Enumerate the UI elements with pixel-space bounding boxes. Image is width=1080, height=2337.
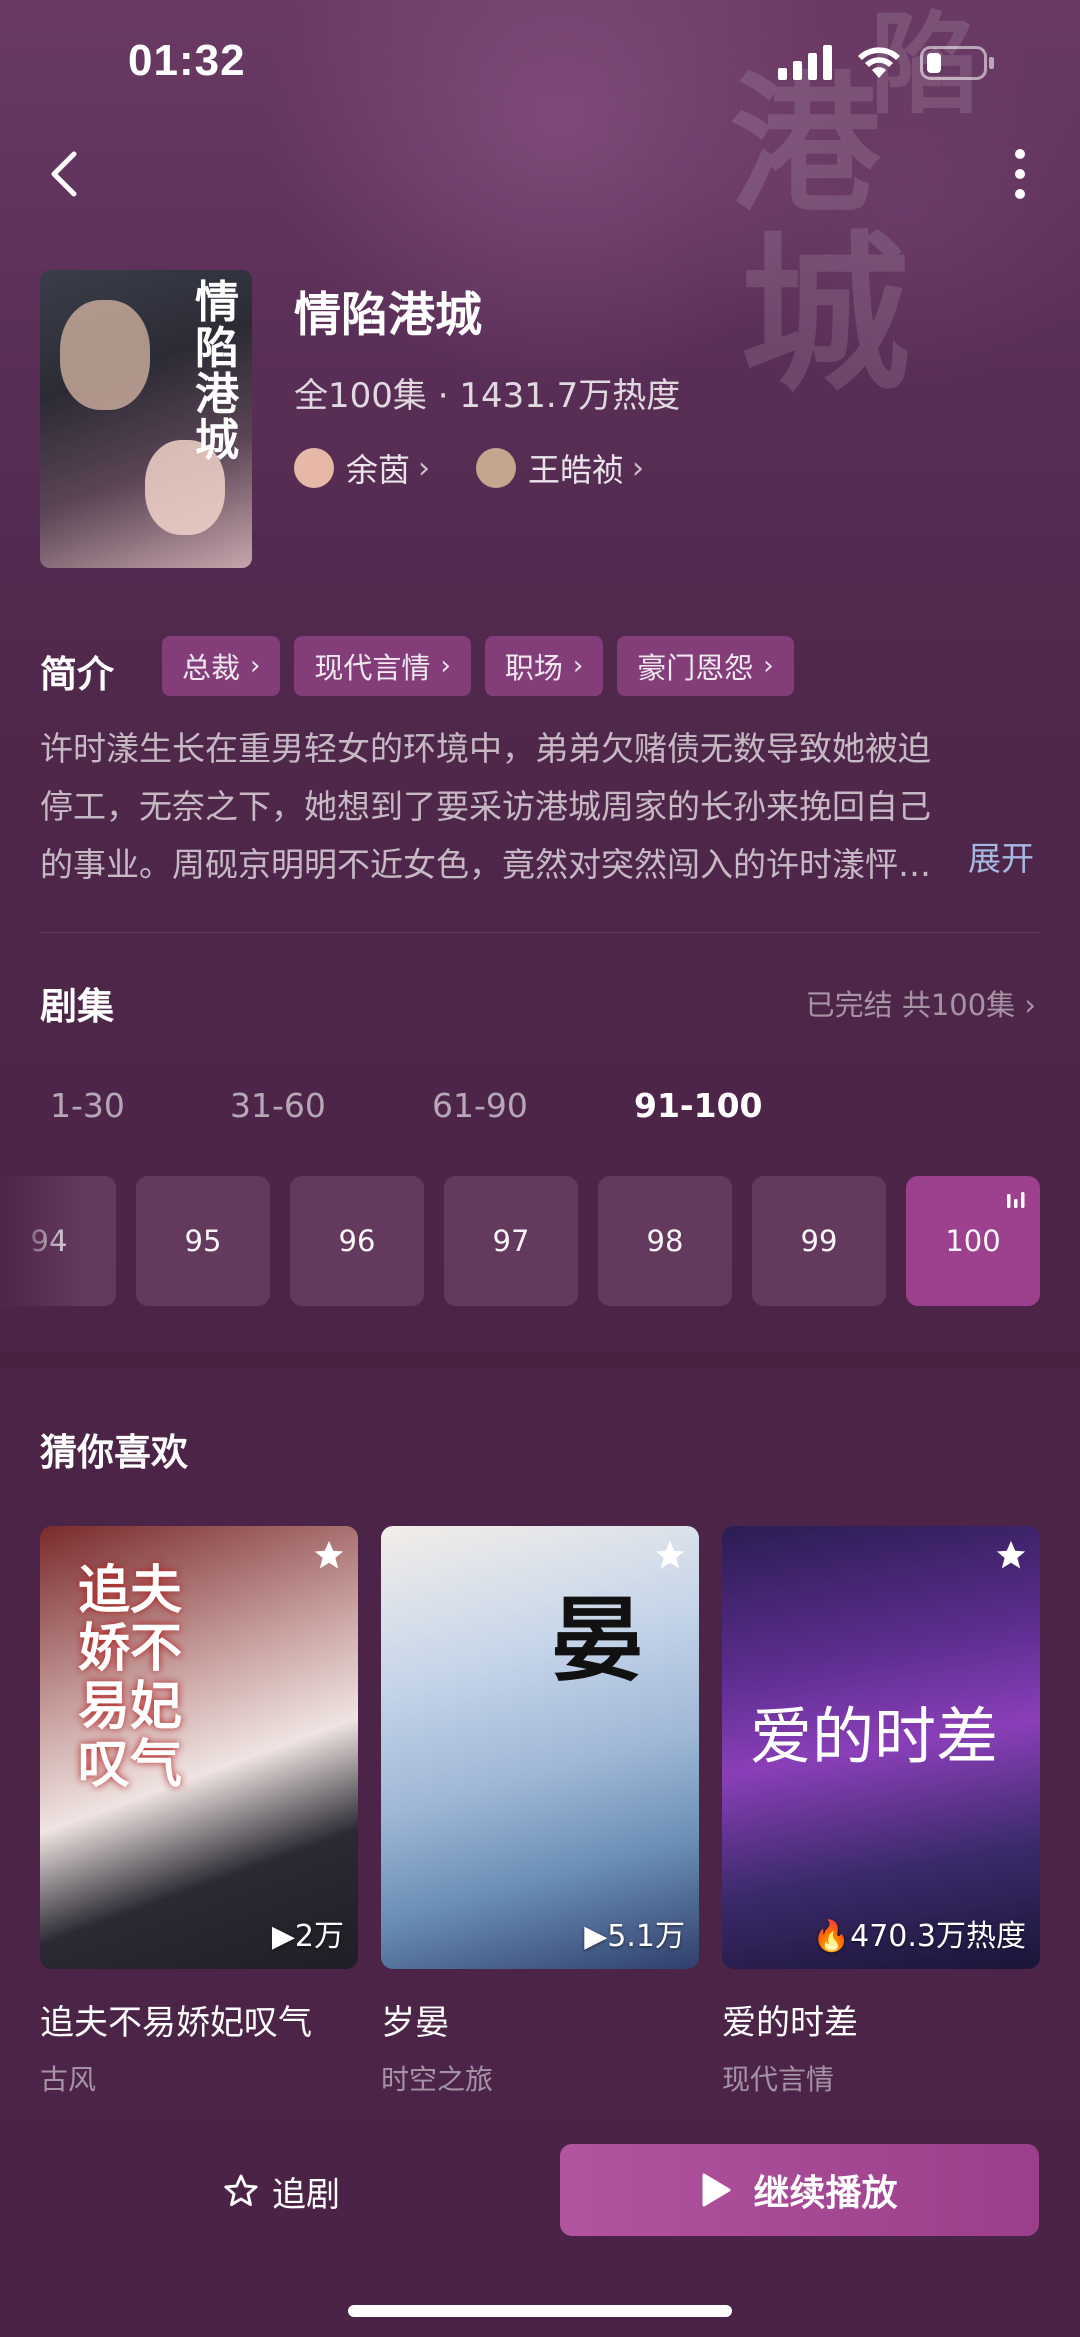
popularity-count: 🔥470.3万热度 [812, 1919, 1026, 1954]
follow-label: 追剧 [272, 2174, 340, 2215]
back-icon[interactable] [44, 146, 84, 202]
status-bar: 01:32 [0, 0, 1080, 130]
play-icon: ▶ [584, 1919, 608, 1954]
recommend-title: 追夫不易娇妃叹气 [40, 2003, 312, 2043]
battery-icon [920, 46, 994, 80]
episode-number: 99 [800, 1224, 838, 1258]
episode-button[interactable]: 96 [290, 1176, 424, 1306]
recommend-cover: 爱的时差 🔥470.3万热度 [722, 1526, 1040, 1969]
episode-number: 95 [184, 1224, 222, 1258]
episodes-heading: 剧集 [40, 985, 114, 1028]
actor-link-1[interactable]: 余茵 › [294, 446, 430, 490]
episode-list: 94 95 96 97 98 99 100 [0, 1176, 1080, 1308]
flame-icon: 🔥 [812, 1919, 851, 1954]
follow-button[interactable]: 追剧 [222, 2166, 340, 2216]
tag-chip[interactable]: 总裁 › [162, 636, 281, 696]
drama-poster[interactable]: 情陷港城 [40, 270, 252, 568]
recommend-title: 爱的时差 [722, 2003, 858, 2043]
star-icon[interactable] [312, 1538, 346, 1572]
tab-range-31-60[interactable]: 31-60 [230, 1086, 326, 1125]
recommend-cover: 追夫娇不易妃叹气 ▶2万 [40, 1526, 358, 1969]
avatar [476, 448, 516, 488]
play-icon: ▶ [271, 1919, 295, 1954]
chevron-right-icon: › [418, 450, 431, 486]
now-playing-icon [1007, 1192, 1025, 1208]
view-count: ▶5.1万 [584, 1919, 685, 1954]
tag-chip[interactable]: 职场 › [484, 636, 604, 696]
episode-button[interactable]: 98 [598, 1176, 732, 1306]
episode-number: 96 [338, 1224, 376, 1258]
tab-range-1-30[interactable]: 1-30 [50, 1086, 125, 1125]
episodes-status-link[interactable]: 已完结 共100集 › [806, 982, 1036, 1024]
chevron-right-icon: › [763, 651, 774, 681]
status-time: 01:32 [128, 36, 246, 85]
recommend-card[interactable]: 爱的时差 🔥470.3万热度 爱的时差 现代言情 [722, 1526, 1040, 2098]
drama-meta: 全100集 · 1431.7万热度 [294, 376, 681, 416]
tag-chip[interactable]: 现代言情 › [294, 636, 471, 696]
tab-range-91-100[interactable]: 91-100 [634, 1086, 763, 1125]
star-icon[interactable] [653, 1538, 687, 1572]
intro-description: 许时漾生长在重男轻女的环境中，弟弟欠赌债无数导致她被迫停工，无奈之下，她想到了要… [40, 729, 931, 884]
tag-label: 总裁 [182, 651, 241, 685]
view-count: ▶2万 [271, 1919, 344, 1954]
cover-title: 追夫娇不易妃叹气 [78, 1560, 183, 1795]
episode-number: 97 [492, 1224, 530, 1258]
tag-label: 职场 [504, 651, 563, 685]
actor-name: 余茵 [346, 451, 411, 489]
scroll-fade [0, 1176, 80, 1308]
recommend-genre: 时空之旅 [381, 2063, 494, 2096]
play-label: 继续播放 [753, 2173, 898, 2214]
star-icon[interactable] [994, 1538, 1028, 1572]
actor-link-2[interactable]: 王皓祯 › [476, 446, 644, 490]
cellular-signal-icon [778, 45, 832, 80]
chevron-right-icon: › [440, 651, 451, 681]
poster-figure [60, 300, 150, 410]
chevron-right-icon: › [632, 450, 645, 486]
episode-number: 98 [646, 1224, 684, 1258]
tag-chip[interactable]: 豪门恩怨 › [617, 636, 794, 696]
episode-button[interactable]: 97 [444, 1176, 578, 1306]
poster-title: 情陷港城 [195, 277, 239, 466]
episode-number: 100 [945, 1224, 1001, 1258]
episode-button-current[interactable]: 100 [906, 1176, 1040, 1306]
episode-button[interactable]: 99 [752, 1176, 886, 1306]
recommend-genre: 现代言情 [722, 2063, 835, 2096]
tag-label: 现代言情 [314, 651, 431, 685]
tag-label: 豪门恩怨 [637, 651, 754, 685]
recommend-heading: 猜你喜欢 [40, 1431, 188, 1474]
star-outline-icon [224, 2174, 258, 2207]
recommend-card[interactable]: 晏 ▶5.1万 岁晏 时空之旅 [381, 1526, 699, 2098]
intro-heading: 简介 [40, 653, 114, 696]
drama-title: 情陷港城 [294, 288, 482, 343]
actor-name: 王皓祯 [528, 451, 625, 489]
chevron-right-icon: › [572, 651, 584, 681]
tag-list: 总裁 › 现代言情 › 职场 › 豪门恩怨 › [162, 636, 794, 696]
episode-button[interactable]: 95 [136, 1176, 270, 1306]
recommend-genre: 古风 [40, 2063, 97, 2096]
divider [40, 932, 1040, 933]
play-icon [702, 2173, 731, 2207]
home-indicator[interactable] [348, 2305, 732, 2317]
chevron-right-icon: › [250, 651, 261, 681]
wifi-icon [858, 47, 900, 78]
cover-title: 爱的时差 [750, 1700, 999, 1773]
section-separator [0, 1352, 1080, 1368]
more-options-icon[interactable] [1006, 146, 1034, 202]
recommend-cover: 晏 ▶5.1万 [381, 1526, 699, 1969]
recommend-title: 岁晏 [381, 2003, 449, 2043]
avatar [294, 448, 334, 488]
recommend-card[interactable]: 追夫娇不易妃叹气 ▶2万 追夫不易娇妃叹气 古风 [40, 1526, 358, 2098]
expand-link[interactable]: 展开 [968, 830, 1034, 888]
continue-play-button[interactable]: 继续播放 [560, 2144, 1039, 2236]
tab-range-61-90[interactable]: 61-90 [432, 1086, 528, 1125]
cover-title: 晏 [551, 1586, 644, 1694]
